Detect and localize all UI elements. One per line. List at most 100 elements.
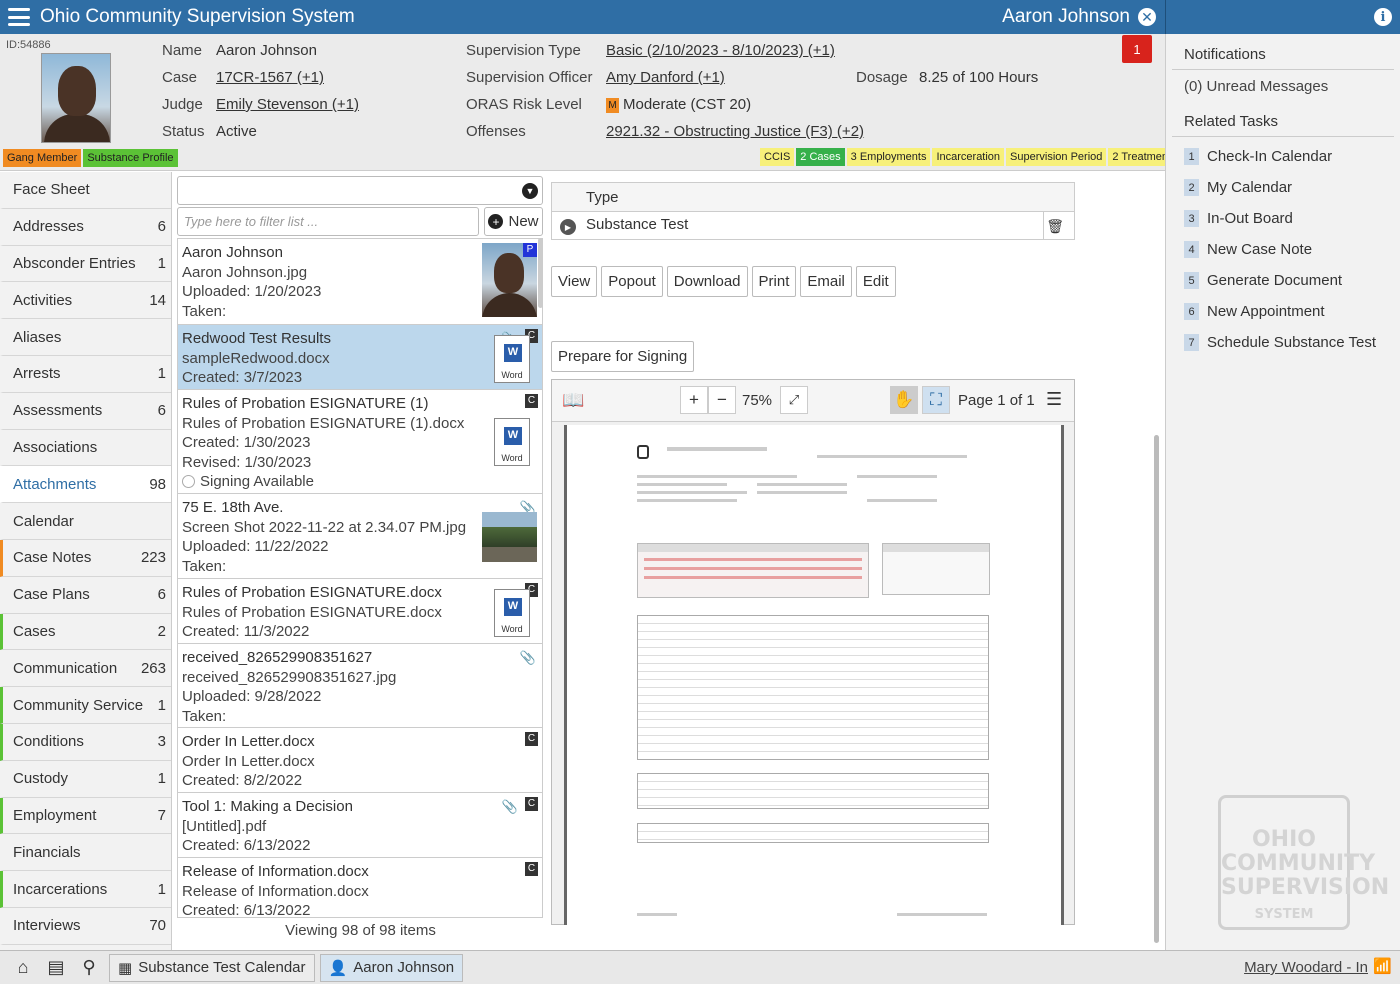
nav-absconder-entries[interactable]: Absconder Entries 1 — [0, 246, 171, 283]
fit-page-icon[interactable]: ⛶ — [922, 386, 950, 414]
nav-communication[interactable]: Communication 263 — [0, 650, 171, 688]
list-item[interactable]: Release of Information.docx Release of I… — [178, 858, 542, 917]
tab-offender[interactable]: 👤 Aaron Johnson — [319, 953, 464, 982]
offenses-link[interactable]: 2921.32 - Obstructing Justice (F3) (+2) — [606, 123, 864, 140]
nav-employment[interactable]: Employment 7 — [0, 797, 171, 835]
download-button[interactable]: Download — [666, 266, 748, 297]
dashboard-icon[interactable]: ▤ — [41, 953, 71, 983]
new-attachment-button[interactable]: + New — [484, 207, 543, 236]
badge-gang-member[interactable]: Gang Member — [3, 149, 82, 167]
nav-aliases[interactable]: Aliases — [0, 319, 171, 356]
c-badge: C — [525, 732, 538, 746]
nav-associations[interactable]: Associations — [0, 430, 171, 467]
offender-name-title: Aaron Johnson — [1002, 6, 1130, 27]
nav-incarcerations[interactable]: Incarcerations 1 — [0, 871, 171, 908]
nav-addresses[interactable]: Addresses 6 — [0, 209, 171, 246]
list-item[interactable]: Order In Letter.docx Order In Letter.doc… — [178, 728, 542, 793]
filter-input[interactable]: Type here to filter list ... — [177, 207, 479, 236]
offender-id: ID:54886 — [6, 39, 51, 51]
nav-custody[interactable]: Custody 1 — [0, 761, 171, 798]
supervision-type-link[interactable]: Basic (2/10/2023 - 8/10/2023) (+1) — [606, 42, 835, 59]
status-label: Status — [162, 123, 205, 140]
unread-messages-link[interactable]: (0) Unread Messages — [1166, 70, 1400, 103]
task-new-appointment[interactable]: 6 New Appointment — [1166, 296, 1400, 327]
summary-tags: CCIS 2 Cases 3 Employments Incarceration… — [760, 148, 1181, 166]
supervision-type-label: Supervision Type — [466, 42, 581, 59]
expand-arrow-icon[interactable]: ▶ — [560, 219, 576, 235]
category-dropdown[interactable]: ▼ — [177, 176, 543, 205]
fullscreen-icon[interactable]: ⤢ — [780, 386, 808, 414]
zoom-out-button[interactable]: − — [708, 386, 736, 414]
list-item[interactable]: Redwood Test Results sampleRedwood.docx … — [178, 325, 542, 390]
judge-link[interactable]: Emily Stevenson (+1) — [216, 96, 359, 113]
supervision-officer-link[interactable]: Amy Danford (+1) — [606, 69, 725, 86]
task-generate-document[interactable]: 5 Generate Document — [1166, 265, 1400, 296]
print-button[interactable]: Print — [751, 266, 797, 297]
home-icon[interactable]: ⌂ — [8, 953, 38, 983]
badge-substance-profile[interactable]: Substance Profile — [83, 149, 178, 167]
oras-label: ORAS Risk Level — [466, 96, 582, 113]
list-item[interactable]: 75 E. 18th Ave. Screen Shot 2022-11-22 a… — [178, 494, 542, 579]
signing-available-radio[interactable]: Signing Available — [182, 472, 538, 492]
list-item[interactable]: Tool 1: Making a Decision [Untitled].pdf… — [178, 793, 542, 858]
tag-cases[interactable]: 2 Cases — [796, 148, 845, 166]
list-scrollbar[interactable] — [538, 238, 543, 308]
zoom-level: 75% — [742, 392, 773, 409]
list-item[interactable]: Aaron Johnson Aaron Johnson.jpg Uploaded… — [178, 239, 542, 325]
nav-face-sheet[interactable]: Face Sheet — [0, 172, 171, 209]
book-icon[interactable]: 📖 — [562, 390, 584, 411]
type-table: Type ▶ Substance Test 🗑 — [551, 182, 1075, 240]
nav-interviews[interactable]: Interviews 70 — [0, 908, 171, 945]
document-scrollbar[interactable] — [1154, 435, 1159, 943]
nav-cases[interactable]: Cases 2 — [0, 613, 171, 651]
zoom-in-button[interactable]: + — [680, 386, 708, 414]
task-schedule-substance-test[interactable]: 7 Schedule Substance Test — [1166, 327, 1400, 358]
edit-button[interactable]: Edit — [855, 266, 896, 297]
close-icon[interactable]: ✕ — [1138, 8, 1156, 26]
task-new-case-note[interactable]: 4 New Case Note — [1166, 234, 1400, 265]
prepare-for-signing-button[interactable]: Prepare for Signing — [551, 341, 695, 372]
type-row[interactable]: ▶ Substance Test 🗑 — [552, 212, 1074, 240]
list-item[interactable]: Rules of Probation ESIGNATURE.docx Rules… — [178, 579, 542, 644]
tag-supervision-period[interactable]: Supervision Period — [1006, 148, 1107, 166]
tab-substance-test-calendar[interactable]: ▦ Substance Test Calendar — [109, 953, 315, 982]
nav-assessments[interactable]: Assessments 6 — [0, 393, 171, 430]
c-badge: C — [525, 862, 538, 876]
task-my-calendar[interactable]: 2 My Calendar — [1166, 172, 1400, 203]
case-link[interactable]: 17CR-1567 (+1) — [216, 69, 324, 86]
primary-badge: P — [523, 243, 537, 257]
nav-community-service[interactable]: Community Service 1 — [0, 687, 171, 724]
info-icon[interactable]: i — [1374, 8, 1392, 26]
nav-conditions[interactable]: Conditions 3 — [0, 723, 171, 761]
email-button[interactable]: Email — [800, 266, 852, 297]
list-item[interactable]: received_826529908351627 received_826529… — [178, 644, 542, 728]
hamburger-menu-icon[interactable] — [8, 8, 30, 26]
nav-arrests[interactable]: Arrests 1 — [0, 356, 171, 393]
offender-photo[interactable] — [41, 53, 111, 143]
trash-icon[interactable]: 🗑 — [1046, 218, 1064, 235]
nav-case-notes[interactable]: Case Notes 223 — [0, 539, 171, 577]
nav-attachments[interactable]: Attachments 98 — [0, 466, 171, 504]
view-button[interactable]: View — [551, 266, 598, 297]
task-check-in-calendar[interactable]: 1 Check-In Calendar — [1166, 141, 1400, 172]
popout-button[interactable]: Popout — [601, 266, 663, 297]
list-item[interactable]: Rules of Probation ESIGNATURE (1) Rules … — [178, 390, 542, 494]
name-label: Name — [162, 42, 203, 59]
nav-calendar[interactable]: Calendar — [0, 503, 171, 540]
nav-case-plans[interactable]: Case Plans 6 — [0, 577, 171, 614]
tag-incarceration[interactable]: Incarceration — [932, 148, 1005, 166]
search-icon[interactable]: ⚲ — [74, 953, 104, 983]
tag-ccis[interactable]: CCIS — [760, 148, 795, 166]
tag-employments[interactable]: 3 Employments — [846, 148, 931, 166]
viewer-menu-icon[interactable]: ☰ — [1046, 389, 1062, 410]
ohio-logo-watermark: OHIO COMMUNITY SUPERVISION SYSTEM — [1218, 795, 1389, 930]
alert-count-badge[interactable]: 1 — [1122, 35, 1152, 63]
user-status-link[interactable]: Mary Woodard - In — [1244, 959, 1368, 976]
pan-hand-icon[interactable]: ✋ — [890, 386, 918, 414]
related-tasks-heading: Related Tasks — [1172, 113, 1394, 137]
nav-financials[interactable]: Financials — [0, 834, 171, 872]
task-in-out-board[interactable]: 3 In-Out Board — [1166, 203, 1400, 234]
judge-label: Judge — [162, 96, 203, 113]
sidebar-nav: Face Sheet Addresses 6 Absconder Entries 1… — [0, 172, 172, 950]
nav-activities[interactable]: Activities 14 — [0, 282, 171, 320]
